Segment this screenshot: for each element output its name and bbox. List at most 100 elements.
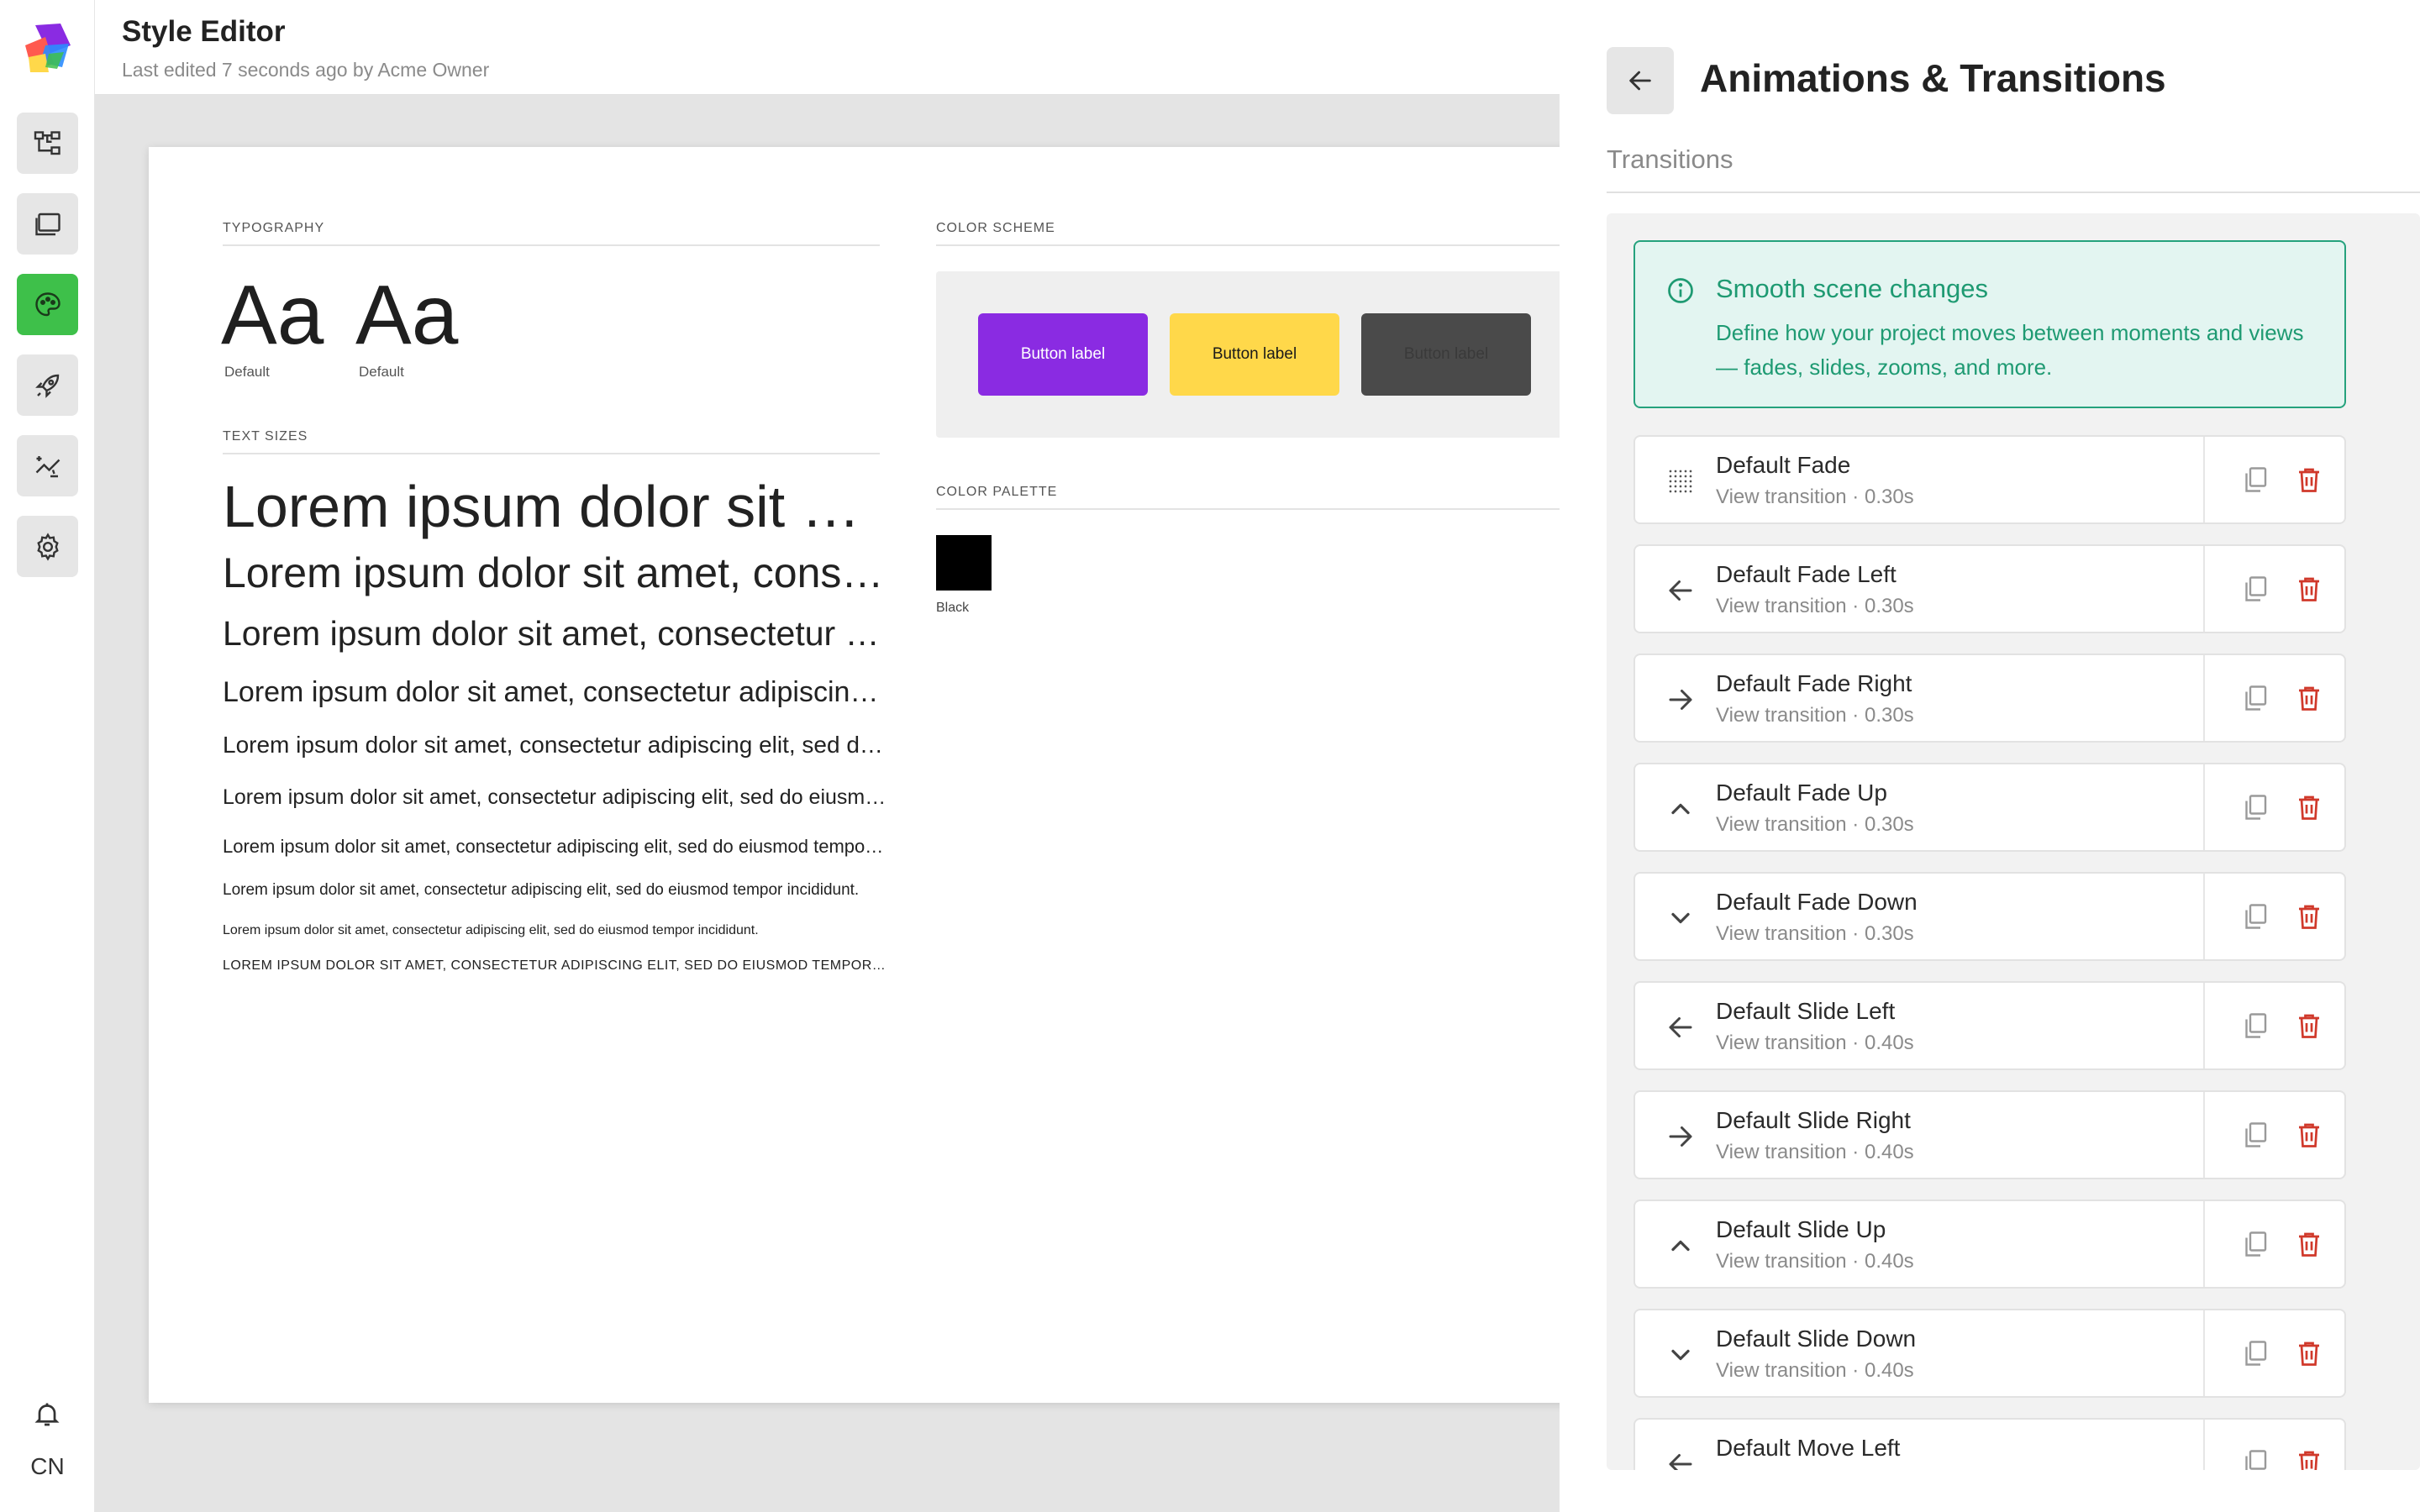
transition-name: Default Fade Up (1716, 780, 1887, 806)
text-size-sample-2[interactable]: Lorem ipsum dolor sit amet, consectetur … (223, 549, 886, 597)
color-scheme-label: COLOR SCHEME (936, 221, 1055, 235)
text-size-sample-3[interactable]: Lorem ipsum dolor sit amet, consectetur … (223, 614, 886, 654)
tab-transitions[interactable]: Transitions (1607, 144, 1733, 175)
text-size-sample-5[interactable]: Lorem ipsum dolor sit amet, consectetur … (223, 732, 886, 759)
copy-icon[interactable] (2240, 792, 2270, 822)
copy-icon[interactable] (2240, 574, 2270, 604)
arrow-left-icon (1669, 1017, 1692, 1037)
trash-icon[interactable] (2294, 1011, 2324, 1041)
info-title: Smooth scene changes (1716, 274, 1988, 303)
arrow-right-icon (1669, 1126, 1692, 1147)
text-sizes-label: TEXT SIZES (223, 429, 308, 444)
text-size-sample-7[interactable]: Lorem ipsum dolor sit amet, consectetur … (223, 836, 886, 858)
rail-item-structure[interactable] (17, 113, 78, 174)
transition-detail: View transition · 0.40s (1716, 1032, 1914, 1054)
back-button[interactable] (1607, 47, 1674, 114)
copy-icon[interactable] (2240, 1011, 2270, 1041)
rocket-icon (34, 374, 59, 398)
text-sizes-rule (223, 453, 880, 454)
typography-rule (223, 244, 880, 246)
palette-swatch-black[interactable] (936, 535, 992, 591)
rail-item-insights[interactable] (17, 435, 78, 496)
transition-name: Default Slide Left (1716, 998, 1896, 1024)
transition-row[interactable]: Default Move Left View transition · 0.40… (1634, 1418, 2346, 1470)
hierarchy-icon (34, 130, 60, 155)
folders-icon (34, 213, 60, 235)
arrow-left-icon (1669, 580, 1692, 601)
text-size-sample-9[interactable]: Lorem ipsum dolor sit amet, consectetur … (223, 923, 886, 938)
user-avatar[interactable]: CN (0, 1453, 95, 1480)
transition-row[interactable]: Default Slide Down View transition · 0.4… (1634, 1309, 2346, 1398)
transition-name: Default Fade Down (1716, 889, 1918, 915)
transition-row[interactable]: Default Fade Left View transition · 0.30… (1634, 544, 2346, 633)
copy-icon[interactable] (2240, 465, 2270, 495)
color-palette-label: COLOR PALETTE (936, 485, 1058, 499)
color-scheme-box: Button label Button label Button label (936, 271, 1608, 438)
copy-icon[interactable] (2240, 1338, 2270, 1368)
page-title: Style Editor (122, 15, 286, 48)
scheme-button-secondary[interactable]: Button label (1170, 313, 1339, 396)
transition-detail: View transition · 0.30s (1716, 704, 1914, 727)
panel-title: Animations & Transitions (1700, 56, 2166, 100)
transition-row[interactable]: Default Slide Right View transition · 0.… (1634, 1090, 2346, 1179)
transition-row[interactable]: Default Fade Right View transition · 0.3… (1634, 654, 2346, 743)
panel-divider (1607, 192, 2420, 193)
style-preview-card: TYPOGRAPHY Aa Default Aa Default TEXT SI… (149, 147, 1608, 1403)
trash-icon[interactable] (2294, 901, 2324, 932)
scheme-button-dark[interactable]: Button label (1361, 313, 1531, 396)
trash-icon[interactable] (2294, 792, 2324, 822)
row-divider (2203, 437, 2205, 522)
gear-icon (36, 532, 59, 561)
copy-icon[interactable] (2240, 1447, 2270, 1470)
rail-item-styles[interactable] (17, 274, 78, 335)
trash-icon[interactable] (2294, 1338, 2324, 1368)
transition-name: Default Fade (1716, 452, 1851, 478)
transition-row[interactable]: Default Fade Up View transition · 0.30s (1634, 763, 2346, 852)
trash-icon[interactable] (2294, 1447, 2324, 1470)
trash-icon[interactable] (2294, 1120, 2324, 1150)
typography-caption-1: Default (224, 364, 270, 380)
rail-item-settings[interactable] (17, 516, 78, 577)
row-divider (2203, 655, 2205, 741)
text-size-sample-1[interactable]: Lorem ipsum dolor sit amet, consectetur … (223, 473, 886, 540)
copy-icon[interactable] (2240, 1229, 2270, 1259)
row-divider (2203, 546, 2205, 632)
transition-detail: View transition · 0.30s (1716, 813, 1914, 836)
typography-sample-1[interactable]: Aa (221, 273, 324, 357)
arrow-left-icon (1629, 71, 1651, 91)
color-scheme-rule (936, 244, 1608, 246)
copy-icon[interactable] (2240, 901, 2270, 932)
text-size-sample-6[interactable]: Lorem ipsum dolor sit amet, consectetur … (223, 785, 886, 810)
app-logo-icon[interactable] (20, 20, 76, 76)
transition-row[interactable]: Default Slide Left View transition · 0.4… (1634, 981, 2346, 1070)
copy-icon[interactable] (2240, 1120, 2270, 1150)
transition-row[interactable]: Default Slide Up View transition · 0.40s (1634, 1200, 2346, 1289)
trash-icon[interactable] (2294, 683, 2324, 713)
transition-detail: View transition · 0.30s (1716, 486, 1914, 508)
transition-row[interactable]: Default Fade Down View transition · 0.30… (1634, 872, 2346, 961)
transition-name: Default Slide Down (1716, 1326, 1917, 1352)
typography-sample-2[interactable]: Aa (355, 273, 458, 357)
trash-icon[interactable] (2294, 465, 2324, 495)
transitions-list[interactable]: Smooth scene changes Define how your pro… (1607, 213, 2420, 1470)
chevron-down-icon (1671, 912, 1690, 924)
transition-name: Default Fade Right (1716, 670, 1912, 696)
trash-icon[interactable] (2294, 1229, 2324, 1259)
bell-icon[interactable] (32, 1399, 62, 1430)
row-divider (2203, 1420, 2205, 1470)
trash-icon[interactable] (2294, 574, 2324, 604)
scheme-button-primary[interactable]: Button label (978, 313, 1148, 396)
rail-item-publish[interactable] (17, 354, 78, 416)
magic-chart-icon (35, 455, 60, 477)
dots-grid-icon (1669, 470, 1692, 493)
transition-row[interactable]: Default Fade View transition · 0.30s (1634, 435, 2346, 524)
row-divider (2203, 764, 2205, 850)
text-size-sample-4[interactable]: Lorem ipsum dolor sit amet, consectetur … (223, 676, 886, 709)
copy-icon[interactable] (2240, 683, 2270, 713)
transition-detail: View transition · 0.30s (1716, 595, 1914, 617)
text-size-sample-10[interactable]: LOREM IPSUM DOLOR SIT AMET, CONSECTETUR … (223, 958, 886, 974)
color-palette-rule (936, 508, 1608, 510)
text-size-sample-8[interactable]: Lorem ipsum dolor sit amet, consectetur … (223, 881, 886, 900)
rail-item-files[interactable] (17, 193, 78, 255)
row-divider (2203, 1092, 2205, 1178)
